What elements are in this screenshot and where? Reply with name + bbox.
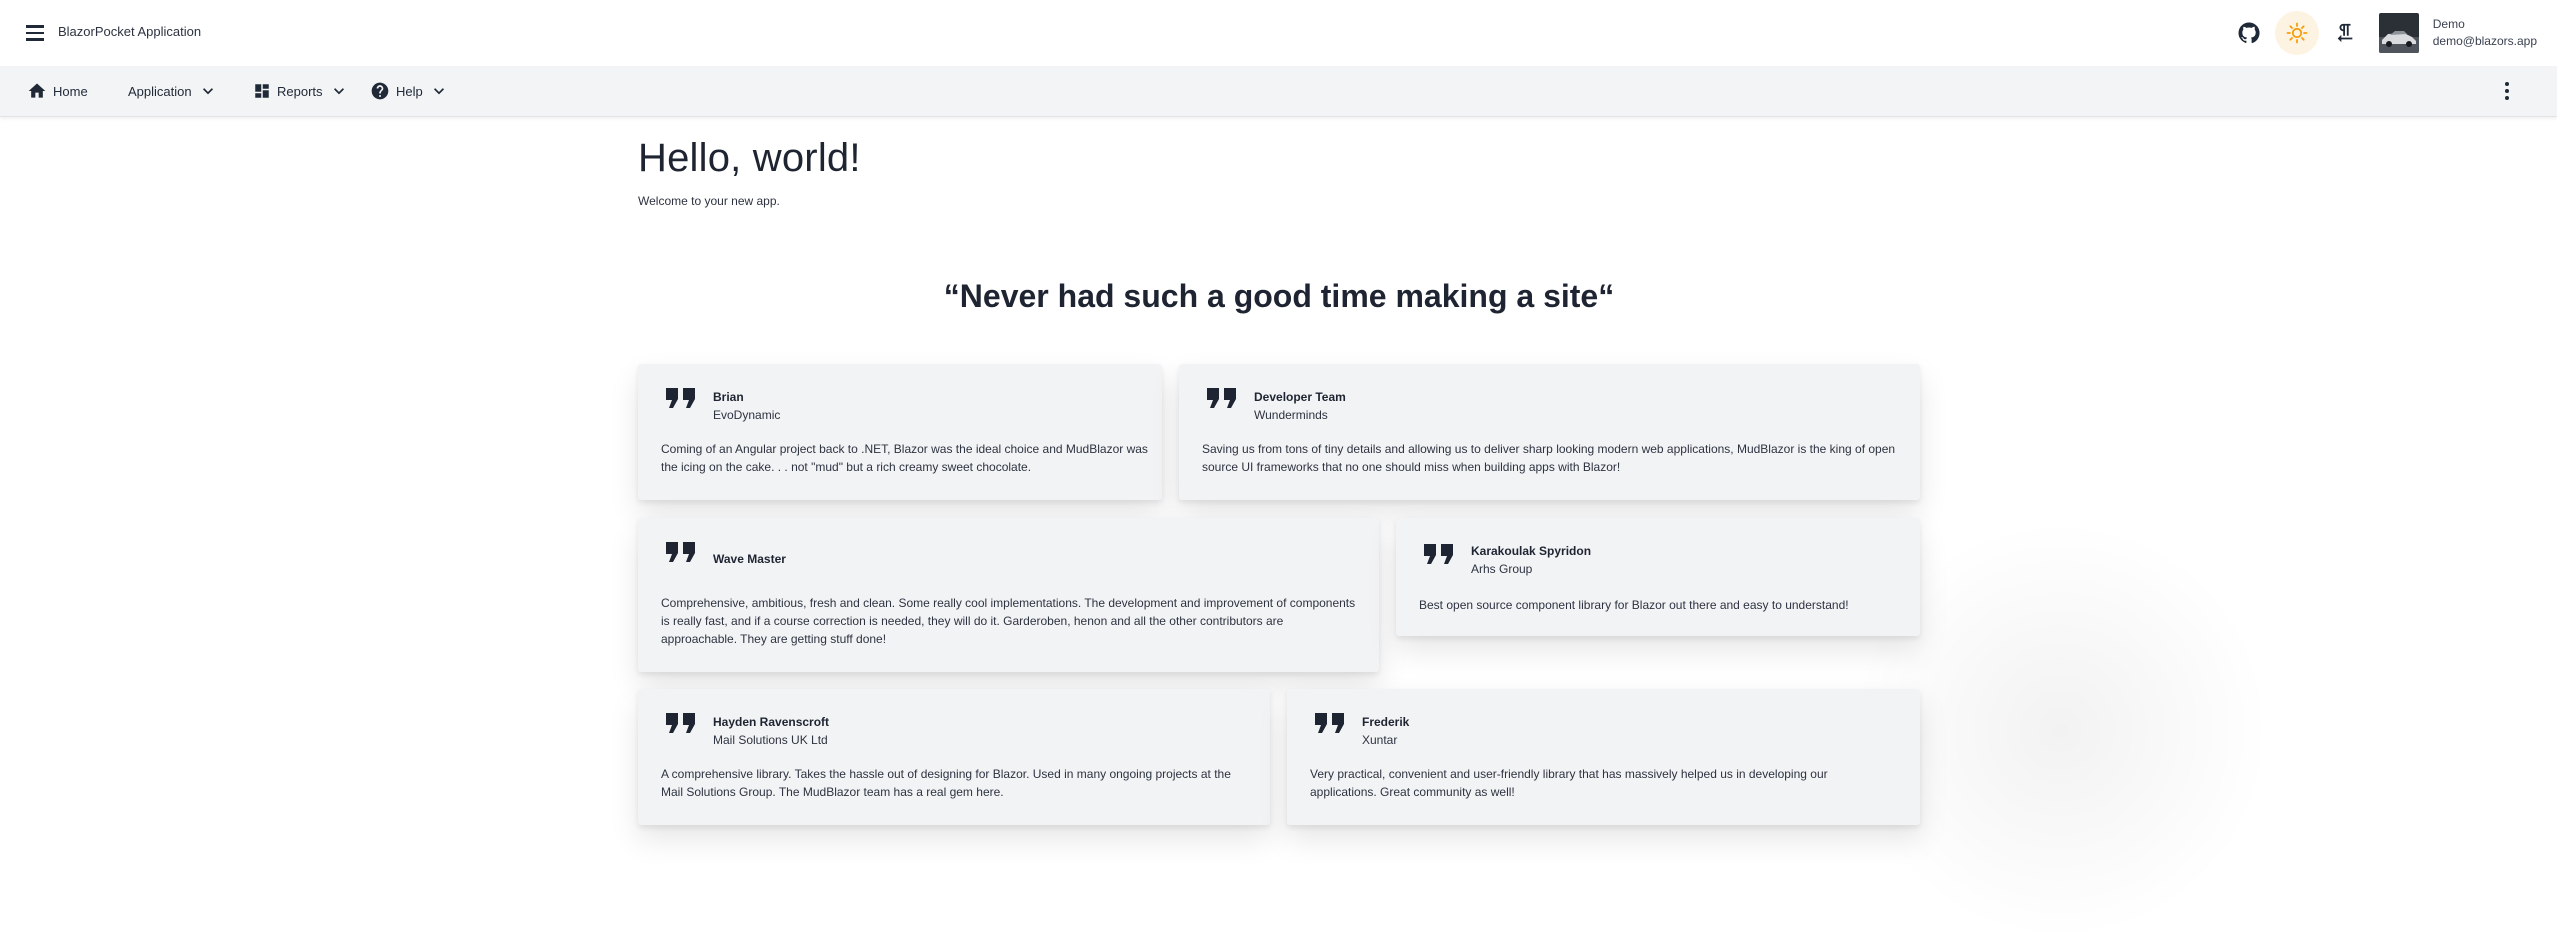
testimonial-text: Coming of an Angular project back to .NE… [661, 442, 1148, 474]
testimonial-text: Very practical, convenient and user-frie… [1310, 767, 1828, 799]
testimonial-name: Karakoulak Spyridon [1471, 544, 1592, 558]
page-subtitle: Welcome to your new app. [638, 194, 780, 208]
testimonial-name: Wave Master [713, 552, 786, 566]
testimonial-card: Hayden Ravenscroft Mail Solutions UK Ltd… [638, 689, 1270, 825]
testimonial-name: Developer Team [1254, 390, 1346, 404]
chevron-down-icon [333, 88, 344, 95]
avatar[interactable] [2378, 13, 2419, 53]
more-vert-icon[interactable] [2495, 79, 2519, 103]
testimonial-text: A comprehensive library. Takes the hassl… [661, 767, 1231, 799]
testimonial-text: Comprehensive, ambitious, fresh and clea… [661, 596, 1356, 646]
nav-application-label: Application [128, 83, 192, 99]
nav-item-help[interactable]: Help [370, 66, 449, 116]
quote-icon [666, 713, 695, 733]
testimonial-card: Wave Master Comprehensive, ambitious, fr… [638, 518, 1379, 672]
testimonial-card: Karakoulak Spyridon Arhs Group Best open… [1396, 518, 1920, 636]
app-bar: BlazorPocket Application Demo demo@blazo… [0, 0, 2557, 66]
home-icon [28, 83, 46, 98]
app-title: BlazorPocket Application [58, 24, 202, 39]
testimonial-card: Developer Team Wunderminds Saving us fro… [1179, 364, 1920, 500]
sun-icon[interactable] [2274, 11, 2319, 55]
appbar-actions: Demo demo@blazors.app [2223, 10, 2537, 56]
user-name: Demo [2432, 17, 2465, 31]
menu-icon[interactable] [22, 20, 48, 46]
nav-help-label: Help [396, 83, 423, 99]
testimonial-text: Best open source component library for B… [1419, 598, 1849, 612]
quote-icon [666, 388, 695, 408]
help-icon [371, 82, 389, 100]
quote-icon [1207, 388, 1236, 408]
testimonial-company: Arhs Group [1471, 562, 1533, 576]
quote-icon [1315, 713, 1344, 733]
chevron-down-icon [433, 88, 444, 95]
quote-heading: “Never had such a good time making a sit… [943, 278, 1615, 314]
testimonial-company: Wunderminds [1254, 408, 1328, 422]
user-email: demo@blazors.app [2432, 34, 2537, 48]
nav-reports-label: Reports [277, 83, 323, 99]
page-title: Hello, world! [638, 136, 861, 180]
user-info[interactable]: Demo demo@blazors.app [2433, 16, 2537, 50]
testimonial-company: Mail Solutions UK Ltd [713, 733, 828, 747]
testimonial-company: Xuntar [1362, 733, 1398, 747]
nav-item-reports[interactable]: Reports [253, 66, 349, 116]
text-direction-icon[interactable] [2323, 11, 2367, 55]
testimonial-card: Frederik Xuntar Very practical, convenie… [1287, 689, 1920, 825]
nav-bar: Home Application Reports Help [0, 66, 2557, 117]
testimonial-card: Brian EvoDynamic Coming of an Angular pr… [638, 364, 1162, 500]
testimonial-name: Hayden Ravenscroft [713, 715, 830, 729]
chevron-down-icon [202, 88, 213, 95]
testimonial-name: Brian [713, 390, 744, 404]
testimonial-company: EvoDynamic [713, 408, 781, 422]
testimonial-text: Saving us from tons of tiny details and … [1202, 442, 1896, 474]
quote-icon [666, 542, 695, 562]
testimonial-name: Frederik [1362, 715, 1410, 729]
nav-item-application[interactable]: Application [122, 66, 218, 116]
nav-home-label: Home [53, 83, 88, 99]
nav-item-home[interactable]: Home [27, 66, 94, 116]
github-icon[interactable] [2227, 11, 2271, 55]
quote-icon [1424, 544, 1453, 564]
dashboard-icon [255, 84, 269, 98]
